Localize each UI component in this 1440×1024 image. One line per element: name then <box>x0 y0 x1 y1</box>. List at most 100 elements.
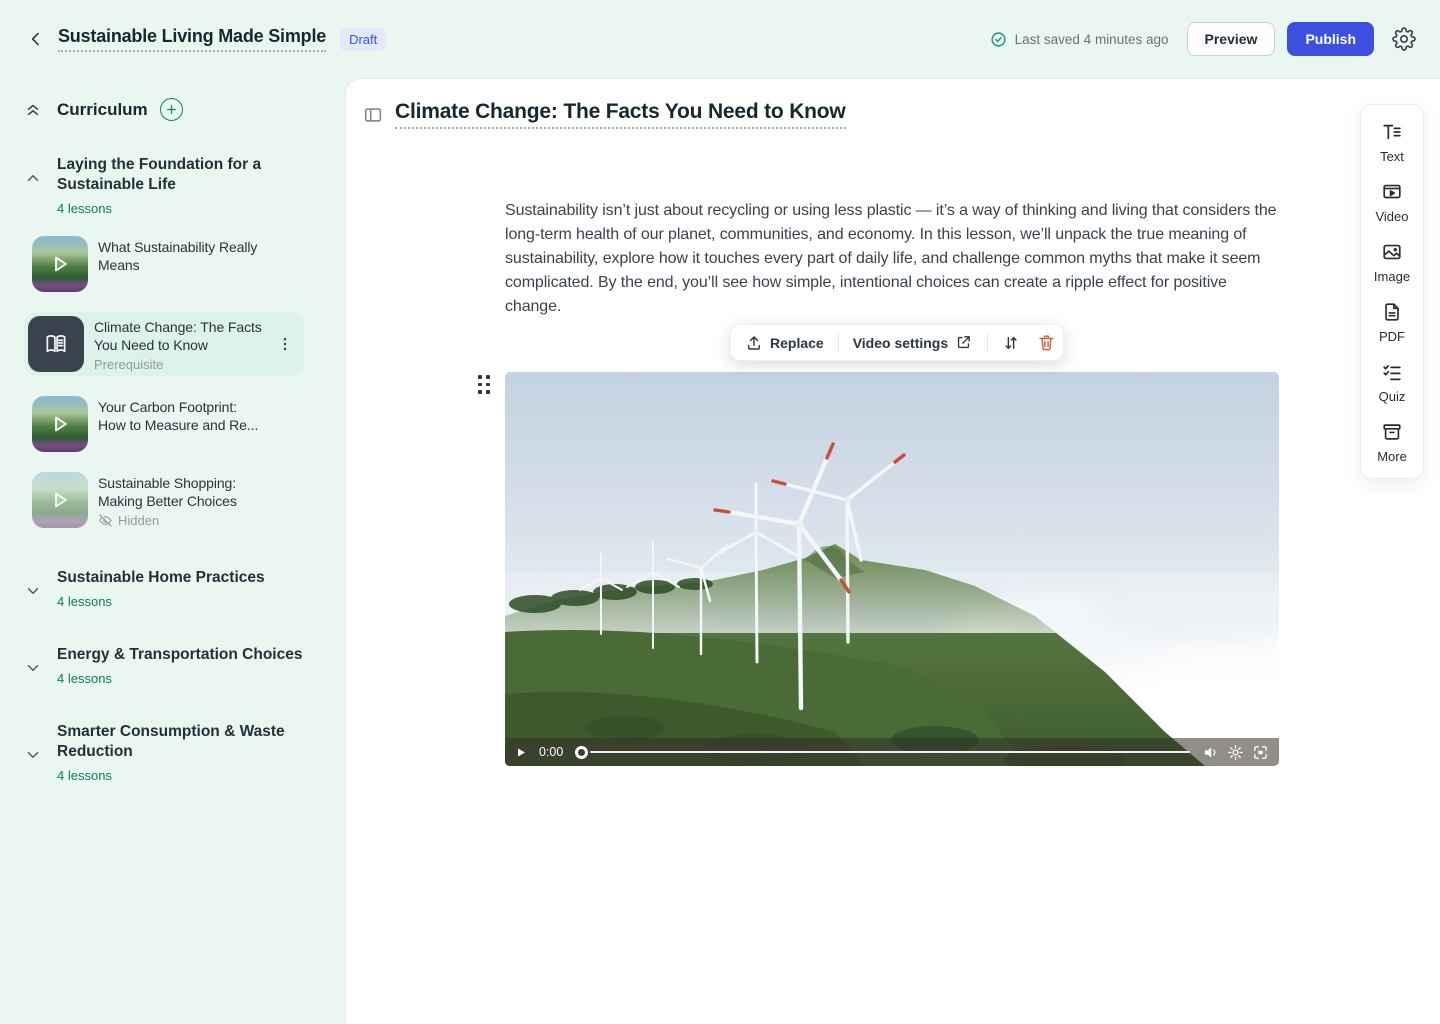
chevron-down-icon[interactable] <box>24 746 42 764</box>
play-icon <box>32 236 88 292</box>
insert-text-button[interactable]: Text <box>1380 121 1404 164</box>
replace-label: Replace <box>770 335 824 351</box>
curriculum-header: Curriculum <box>0 98 345 121</box>
section-title[interactable]: Energy & Transportation Choices <box>57 645 302 665</box>
pdf-document-icon <box>1381 301 1403 323</box>
more-archive-icon <box>1381 421 1403 443</box>
lesson-item-climate-change[interactable]: Climate Change: The Facts You Need to Kn… <box>24 312 304 376</box>
lesson-item-carbon-footprint[interactable]: Your Carbon Footprint: How to Measure an… <box>32 396 345 452</box>
lesson-title: Sustainable Shopping: Making Better Choi… <box>98 474 268 510</box>
seek-handle[interactable] <box>575 746 588 759</box>
lesson-video-thumbnail <box>32 472 88 528</box>
chevron-down-icon[interactable] <box>24 659 42 677</box>
section-smarter-consumption: Smarter Consumption & Waste Reduction 4 … <box>0 722 345 783</box>
play-button[interactable] <box>515 746 527 758</box>
lesson-hidden-badge: Hidden <box>98 513 268 528</box>
section-lesson-count: 4 lessons <box>57 201 307 216</box>
video-settings-button[interactable]: Video settings <box>849 334 977 352</box>
lesson-video-thumbnail <box>32 396 88 452</box>
section-laying-the-foundation: Laying the Foundation for a Sustainable … <box>0 155 345 216</box>
open-book-icon <box>43 331 69 357</box>
curriculum-title: Curriculum <box>57 100 148 120</box>
add-section-button[interactable] <box>160 98 183 121</box>
hidden-label: Hidden <box>118 513 159 528</box>
panel-toggle-icon[interactable] <box>362 104 384 126</box>
reading-lesson-tile <box>28 316 84 372</box>
insert-pdf-button[interactable]: PDF <box>1379 301 1405 344</box>
player-settings-icon[interactable] <box>1227 744 1244 761</box>
video-control-bar: 0:00 <box>505 738 1279 766</box>
section-lesson-count: 4 lessons <box>57 671 302 686</box>
app-header: Sustainable Living Made Simple Draft Las… <box>0 0 1440 78</box>
block-drag-handle[interactable] <box>478 375 492 395</box>
block-label: More <box>1377 449 1407 464</box>
volume-icon[interactable] <box>1202 744 1219 761</box>
preview-button[interactable]: Preview <box>1187 22 1276 56</box>
lesson-video-thumbnail <box>32 236 88 292</box>
eye-off-icon <box>98 513 113 528</box>
section-title[interactable]: Sustainable Home Practices <box>57 568 265 588</box>
insert-video-button[interactable]: Video <box>1375 181 1408 224</box>
toolbar-divider <box>987 333 988 353</box>
block-label: PDF <box>1379 329 1405 344</box>
video-settings-label: Video settings <box>853 335 948 351</box>
lesson-title: Climate Change: The Facts You Need to Kn… <box>94 318 264 354</box>
lesson-prerequisite-badge: Prerequisite <box>94 357 264 372</box>
insert-more-button[interactable]: More <box>1377 421 1407 464</box>
delete-block-button[interactable] <box>1034 333 1053 352</box>
section-title[interactable]: Smarter Consumption & Waste Reduction <box>57 722 307 762</box>
insert-image-button[interactable]: Image <box>1374 241 1410 284</box>
section-energy-transportation: Energy & Transportation Choices 4 lesson… <box>0 645 345 686</box>
settings-gear-icon[interactable] <box>1392 27 1416 51</box>
section-lesson-count: 4 lessons <box>57 768 307 783</box>
lesson-page-title[interactable]: Climate Change: The Facts You Need to Kn… <box>395 100 846 129</box>
play-icon <box>32 472 88 528</box>
insert-quiz-button[interactable]: Quiz <box>1379 361 1406 404</box>
autosave-status: Last saved 4 minutes ago <box>990 31 1169 48</box>
lesson-list: What Sustainability Really Means Climate… <box>0 236 345 528</box>
quiz-checklist-icon <box>1381 361 1403 383</box>
image-icon <box>1381 241 1403 263</box>
seek-bar[interactable] <box>575 746 1190 759</box>
back-button[interactable] <box>24 27 48 51</box>
block-label: Image <box>1374 269 1410 284</box>
seek-track[interactable] <box>590 751 1190 754</box>
external-link-icon <box>955 334 973 352</box>
plus-icon <box>165 103 178 116</box>
video-icon <box>1381 181 1403 203</box>
section-sustainable-home: Sustainable Home Practices 4 lessons <box>0 568 345 609</box>
section-title[interactable]: Laying the Foundation for a Sustainable … <box>57 155 307 195</box>
chevron-up-icon[interactable] <box>24 169 42 187</box>
toolbar-divider <box>838 333 839 353</box>
lesson-kebab-menu-icon[interactable] <box>276 335 294 353</box>
insert-block-toolbar: Text Video Image PDF Quiz More <box>1360 104 1424 479</box>
block-label: Quiz <box>1379 389 1406 404</box>
last-saved-text: Last saved 4 minutes ago <box>1015 32 1169 47</box>
upload-icon <box>745 334 763 352</box>
lesson-item-sustainable-shopping[interactable]: Sustainable Shopping: Making Better Choi… <box>32 472 345 528</box>
video-preview-scene <box>505 372 1279 766</box>
video-block-toolbar: Replace Video settings <box>730 324 1064 361</box>
collapse-all-icon[interactable] <box>24 101 42 119</box>
replace-video-button[interactable]: Replace <box>741 334 828 352</box>
move-block-button[interactable] <box>998 334 1024 352</box>
fullscreen-icon[interactable] <box>1252 744 1269 761</box>
publish-button[interactable]: Publish <box>1287 22 1374 56</box>
lesson-title: What Sustainability Really Means <box>98 238 268 274</box>
curriculum-sidebar: Curriculum Laying the Foundation for a S… <box>0 78 345 1024</box>
status-badge: Draft <box>340 28 386 51</box>
lesson-header: Climate Change: The Facts You Need to Kn… <box>362 100 1420 129</box>
lesson-editor-panel: Climate Change: The Facts You Need to Kn… <box>345 78 1440 1024</box>
course-title[interactable]: Sustainable Living Made Simple <box>58 26 326 52</box>
video-player[interactable]: 0:00 <box>505 372 1279 766</box>
lesson-title: Your Carbon Footprint: How to Measure an… <box>98 398 268 434</box>
block-label: Text <box>1380 149 1404 164</box>
playback-time: 0:00 <box>539 745 563 759</box>
lesson-item-what-sustainability[interactable]: What Sustainability Really Means <box>32 236 345 292</box>
chevron-left-icon <box>26 29 46 49</box>
lesson-intro-paragraph[interactable]: Sustainability isn’t just about recyclin… <box>505 199 1281 319</box>
text-icon <box>1381 121 1403 143</box>
check-circle-icon <box>990 31 1007 48</box>
chevron-down-icon[interactable] <box>24 582 42 600</box>
block-label: Video <box>1375 209 1408 224</box>
